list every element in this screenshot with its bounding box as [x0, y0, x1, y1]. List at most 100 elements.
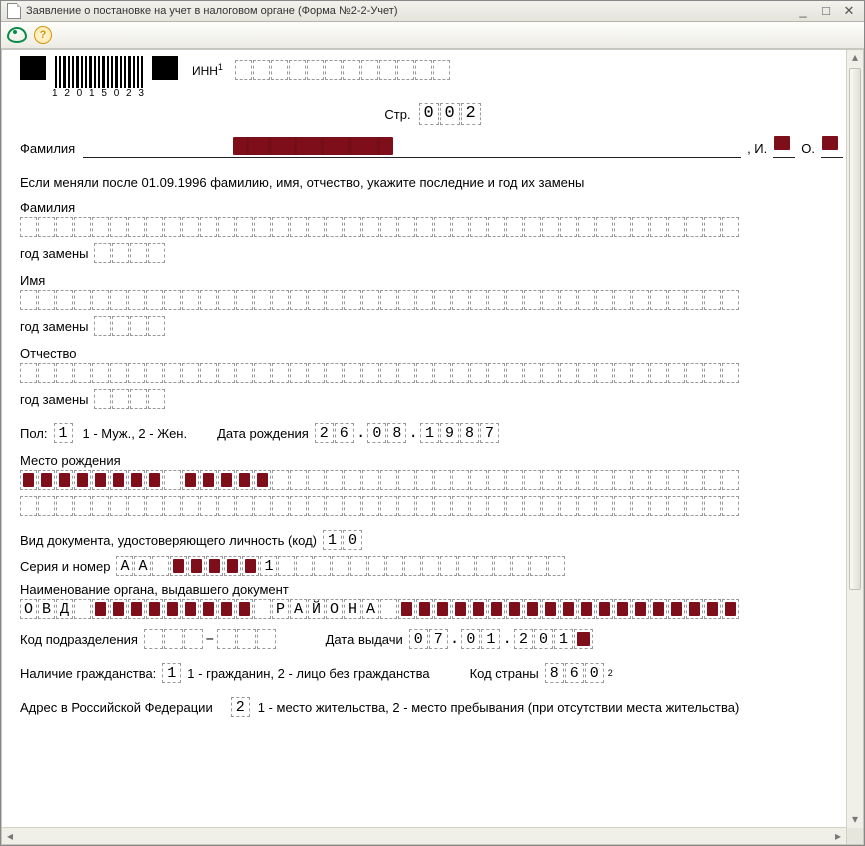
cell[interactable]	[92, 217, 109, 237]
cell[interactable]	[596, 217, 613, 237]
cell[interactable]	[506, 470, 523, 490]
cell[interactable]	[308, 496, 325, 516]
scroll-left-icon[interactable]: ◂	[2, 829, 18, 843]
cell[interactable]	[308, 470, 325, 490]
cell[interactable]	[560, 470, 577, 490]
cell[interactable]	[56, 290, 73, 310]
cell[interactable]	[308, 290, 325, 310]
country-code-cells[interactable]: 860	[545, 663, 604, 683]
cell[interactable]	[632, 470, 649, 490]
cell[interactable]	[686, 599, 703, 619]
cell[interactable]	[236, 217, 253, 237]
cell[interactable]	[344, 470, 361, 490]
cell[interactable]	[217, 629, 236, 649]
cell[interactable]	[237, 629, 256, 649]
cell[interactable]	[110, 290, 127, 310]
cell[interactable]	[614, 363, 631, 383]
cell[interactable]	[512, 556, 529, 576]
cell[interactable]	[128, 470, 145, 490]
cell[interactable]	[470, 470, 487, 490]
cell[interactable]	[380, 496, 397, 516]
cell[interactable]	[110, 217, 127, 237]
cell[interactable]	[470, 217, 487, 237]
cell[interactable]	[506, 290, 523, 310]
cell[interactable]	[722, 599, 739, 619]
cell[interactable]	[182, 217, 199, 237]
cell[interactable]	[112, 316, 129, 336]
cell[interactable]	[308, 217, 325, 237]
preview-button[interactable]	[7, 25, 27, 45]
scroll-track-h[interactable]	[18, 828, 830, 844]
cell[interactable]	[296, 556, 313, 576]
cell[interactable]	[668, 363, 685, 383]
cell[interactable]	[146, 290, 163, 310]
cell[interactable]: 8	[545, 663, 564, 683]
cell[interactable]	[362, 363, 379, 383]
cell[interactable]	[416, 290, 433, 310]
birthplace-row1[interactable]	[20, 470, 845, 490]
cell[interactable]	[704, 290, 721, 310]
cell[interactable]	[128, 290, 145, 310]
cell[interactable]	[614, 599, 631, 619]
cell[interactable]	[398, 470, 415, 490]
cell[interactable]: О	[326, 599, 343, 619]
cell[interactable]	[254, 599, 271, 619]
cell[interactable]	[272, 217, 289, 237]
sex-cell[interactable]: 1	[54, 423, 73, 443]
cell[interactable]	[506, 599, 523, 619]
cell[interactable]	[650, 470, 667, 490]
cell[interactable]	[614, 470, 631, 490]
cell[interactable]: 0	[461, 629, 480, 649]
cell[interactable]	[343, 60, 360, 80]
cell[interactable]	[236, 599, 253, 619]
cell[interactable]: А	[362, 599, 379, 619]
cell[interactable]	[578, 470, 595, 490]
cell[interactable]: Н	[344, 599, 361, 619]
doc-issuer-cells[interactable]: ОВДРАЙОНА	[20, 599, 845, 619]
cell[interactable]	[148, 243, 165, 263]
cell[interactable]	[632, 363, 649, 383]
cell[interactable]	[362, 217, 379, 237]
cell[interactable]	[398, 599, 415, 619]
cell[interactable]	[632, 599, 649, 619]
cell[interactable]	[164, 599, 181, 619]
birth-month-cells[interactable]: 08	[367, 423, 406, 443]
cell[interactable]	[20, 496, 37, 516]
cell[interactable]	[148, 389, 165, 409]
prev-surname-year-cells[interactable]	[94, 243, 165, 263]
cell[interactable]	[488, 599, 505, 619]
cell[interactable]	[236, 290, 253, 310]
cell[interactable]	[128, 363, 145, 383]
cell[interactable]	[257, 629, 276, 649]
cell[interactable]	[218, 290, 235, 310]
cell[interactable]	[350, 556, 367, 576]
cell[interactable]	[416, 217, 433, 237]
cell[interactable]: 0	[534, 629, 553, 649]
cell[interactable]	[488, 217, 505, 237]
cell[interactable]	[112, 243, 129, 263]
cell[interactable]	[130, 316, 147, 336]
cell[interactable]: 2	[514, 629, 533, 649]
cell[interactable]	[74, 496, 91, 516]
cell[interactable]	[110, 363, 127, 383]
cell[interactable]	[470, 363, 487, 383]
cell[interactable]	[92, 470, 109, 490]
cell[interactable]	[578, 496, 595, 516]
cell[interactable]	[253, 60, 270, 80]
cell[interactable]	[542, 470, 559, 490]
cell[interactable]: А	[290, 599, 307, 619]
cell[interactable]	[632, 217, 649, 237]
cell[interactable]: О	[20, 599, 37, 619]
cell[interactable]	[92, 363, 109, 383]
cell[interactable]	[146, 363, 163, 383]
cell[interactable]	[148, 316, 165, 336]
cell[interactable]	[110, 599, 127, 619]
cell[interactable]	[578, 290, 595, 310]
cell[interactable]	[182, 470, 199, 490]
cell[interactable]	[632, 496, 649, 516]
cell[interactable]	[146, 217, 163, 237]
cell[interactable]	[368, 556, 385, 576]
cell[interactable]	[415, 60, 432, 80]
cell[interactable]	[144, 629, 163, 649]
cell[interactable]	[650, 363, 667, 383]
